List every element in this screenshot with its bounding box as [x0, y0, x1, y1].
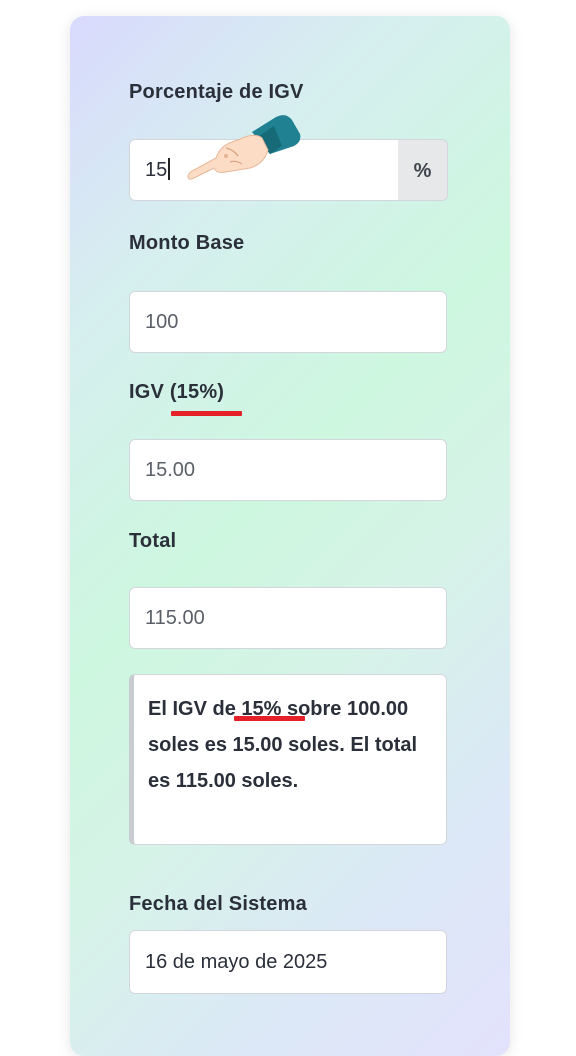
system-date-field[interactable]: 16 de mayo de 2025 — [129, 930, 447, 994]
summary-annotation-underline — [234, 716, 305, 721]
igv-label-prefix: IGV — [129, 381, 170, 403]
base-amount-label: Monto Base — [129, 232, 245, 254]
percent-addon: % — [398, 139, 448, 201]
total-input[interactable]: 115.00 — [129, 587, 447, 649]
igv-label-percent: (15%) — [169, 381, 225, 403]
igv-amount-input[interactable]: 15.00 — [129, 439, 447, 501]
text-cursor — [168, 158, 170, 181]
igv-percent-annotation-underline — [171, 411, 242, 416]
total-label: Total — [129, 530, 177, 552]
system-date-label: Fecha del Sistema — [129, 893, 307, 915]
igv-percent-label: Porcentaje de IGV — [129, 81, 304, 103]
pointing-hand-icon — [187, 115, 301, 180]
summary-prefix: El IGV d — [148, 698, 225, 720]
base-amount-input[interactable]: 100 — [129, 291, 447, 353]
igv-percent-value: 15 — [145, 159, 168, 181]
igv-amount-label: IGV (15%) — [129, 381, 224, 404]
calculation-summary: El IGV de 15% sobre 100.00 soles es 15.0… — [129, 674, 447, 845]
